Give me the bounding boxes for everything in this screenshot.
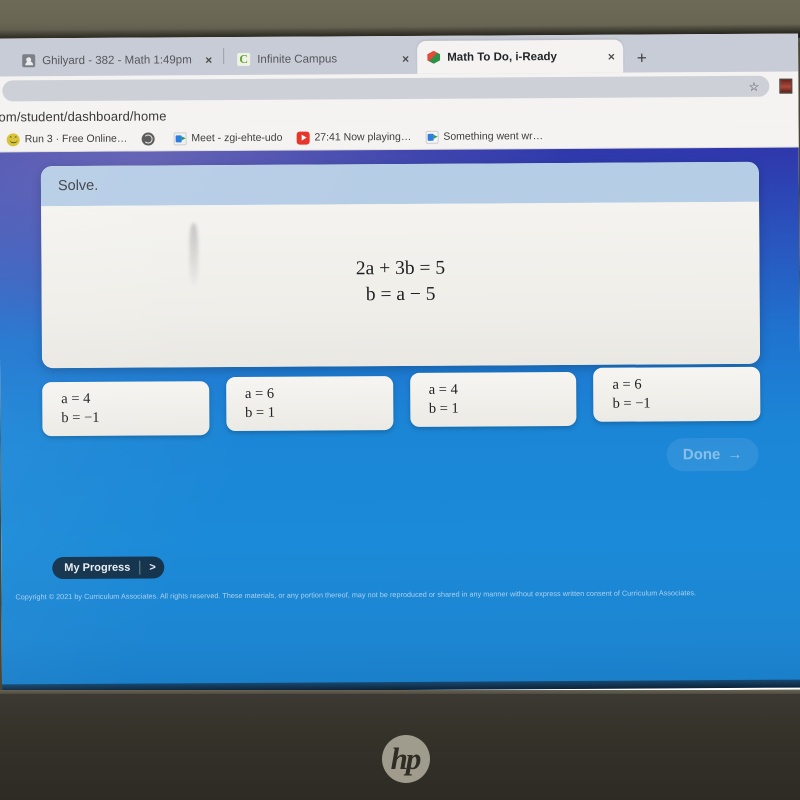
- answer-choice-list: a = 4 b = −1 a = 6 b = 1 a = 4 b = 1 a =…: [42, 366, 761, 437]
- choice-b-value: b = 1: [428, 400, 459, 417]
- bookmark-label: 27:41 Now playing…: [314, 130, 412, 144]
- answer-choice-2[interactable]: a = 6 b = 1: [225, 376, 393, 432]
- address-bar[interactable]: ☆: [2, 75, 770, 102]
- answer-choice-1[interactable]: a = 4 b = −1: [42, 381, 210, 437]
- meet-icon: [425, 130, 439, 144]
- bookmark-label: Meet - zgi-ehte-udo: [191, 131, 283, 145]
- bookmark-globe[interactable]: [141, 131, 159, 146]
- new-tab-button[interactable]: +: [637, 48, 647, 67]
- star-icon[interactable]: ☆: [749, 79, 760, 93]
- question-card: Solve. 2a + 3b = 5 b = a − 5: [40, 161, 761, 369]
- tab-title: Infinite Campus: [257, 52, 338, 66]
- smiley-icon: [6, 132, 20, 146]
- equation-system: 2a + 3b = 5 b = a − 5: [356, 256, 445, 309]
- equation-line-2: b = a − 5: [365, 283, 436, 306]
- tab-divider: [223, 48, 225, 65]
- choice-a-value: a = 6: [612, 376, 642, 393]
- bookmark-label: Something went wr…: [443, 130, 544, 143]
- choice-b-value: b = −1: [612, 395, 651, 412]
- equation-line-1: 2a + 3b = 5: [355, 257, 446, 280]
- iready-page: Solve. 2a + 3b = 5 b = a − 5 a = 4 b = −…: [0, 147, 800, 693]
- globe-icon: [141, 131, 155, 146]
- question-prompt: Solve.: [40, 161, 760, 207]
- person-icon: [22, 54, 36, 68]
- done-label: Done: [682, 446, 721, 464]
- bookmark-something-went-wrong[interactable]: Something went wr…: [425, 130, 543, 144]
- youtube-icon: [296, 131, 310, 145]
- choice-a-value: a = 4: [428, 381, 458, 398]
- browser-tab-1[interactable]: Ghilyard - 382 - Math 1:49pm-3:0 ×: [12, 44, 220, 76]
- question-body: 2a + 3b = 5 b = a − 5: [41, 201, 761, 369]
- arrow-right-icon: →: [727, 445, 743, 464]
- close-icon[interactable]: ×: [608, 49, 615, 63]
- tab-title: Ghilyard - 382 - Math 1:49pm-3:0: [42, 53, 193, 67]
- bookmark-label: Run 3 · Free Online…: [24, 132, 128, 146]
- choice-a-value: a = 4: [61, 390, 91, 407]
- answer-choice-3[interactable]: a = 4 b = 1: [409, 371, 577, 427]
- browser-tab-strip: Ghilyard - 382 - Math 1:49pm-3:0 × C Inf…: [0, 33, 799, 77]
- laptop-screen: Ghilyard - 382 - Math 1:49pm-3:0 × C Inf…: [0, 33, 800, 695]
- iready-cube-icon: [427, 51, 440, 64]
- extension-icon[interactable]: [779, 78, 793, 94]
- done-button[interactable]: Done →: [666, 437, 759, 472]
- answer-choice-4[interactable]: a = 6 b = −1: [593, 366, 761, 422]
- bookmark-meet[interactable]: Meet - zgi-ehte-udo: [173, 131, 282, 145]
- bookmark-run3[interactable]: Run 3 · Free Online…: [6, 132, 128, 146]
- hp-logo: hp: [382, 735, 430, 783]
- my-progress-button[interactable]: My Progress >: [52, 556, 165, 580]
- my-progress-label: My Progress: [64, 561, 131, 575]
- choice-b-value: b = 1: [245, 404, 276, 421]
- close-icon[interactable]: ×: [205, 53, 212, 67]
- browser-tab-2[interactable]: C Infinite Campus ×: [227, 43, 417, 75]
- choice-a-value: a = 6: [244, 385, 275, 402]
- browser-tab-3[interactable]: Math To Do, i-Ready ×: [417, 39, 623, 74]
- copyright-text: Copyright © 2021 by Curriculum Associate…: [15, 588, 697, 602]
- laptop-photo: Ghilyard - 382 - Math 1:49pm-3:0 × C Inf…: [0, 0, 800, 800]
- chevron-right-icon: >: [149, 561, 156, 574]
- close-icon[interactable]: ×: [402, 51, 409, 65]
- bookmark-now-playing[interactable]: 27:41 Now playing…: [296, 130, 412, 145]
- choice-b-value: b = −1: [61, 409, 100, 427]
- tab-title: Math To Do, i-Ready: [447, 50, 557, 64]
- infinite-campus-icon: C: [237, 52, 251, 66]
- meet-icon: [173, 131, 187, 145]
